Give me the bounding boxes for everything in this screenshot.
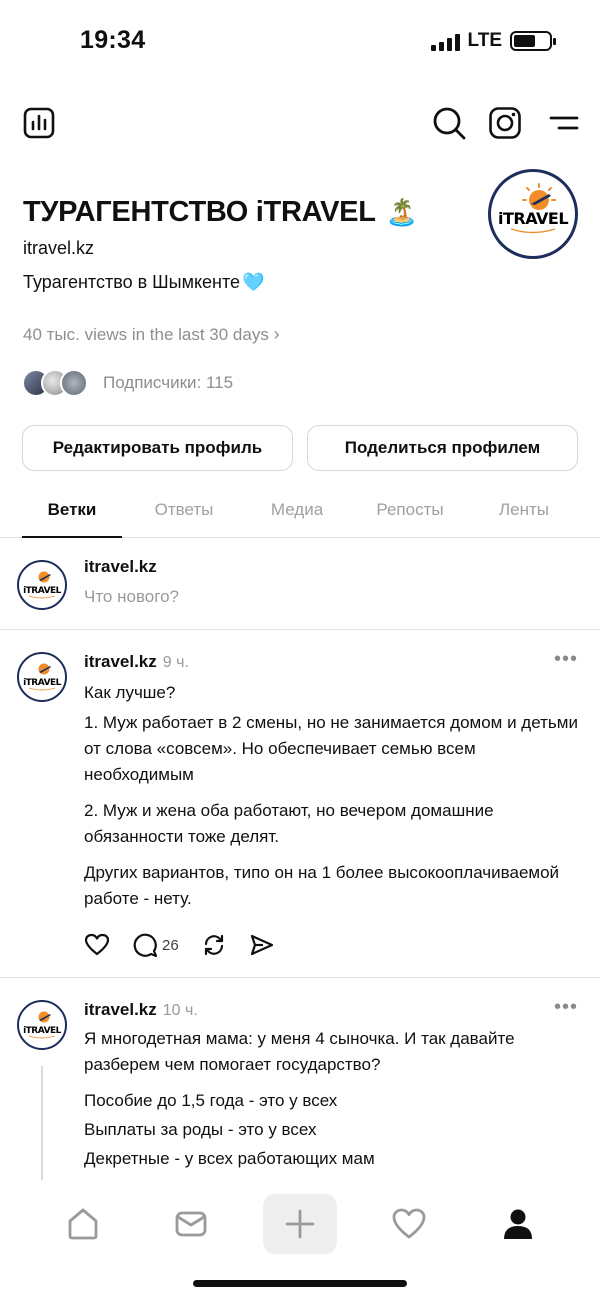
island-emoji: 🏝️ [385, 197, 418, 227]
post-avatar[interactable]: iTRAVEL [17, 1000, 67, 1050]
heart-emoji: 🩵 [242, 272, 265, 292]
thread-post: iTRAVEL itravel.kz 9 ч. ••• Как лучше? 1.… [0, 649, 600, 972]
menu-icon[interactable] [545, 104, 583, 142]
tab-threads[interactable]: Ветки [22, 500, 122, 520]
logo-wordmark: iTRAVEL [498, 209, 568, 228]
itravel-logo-icon: iTRAVEL [23, 1011, 62, 1039]
followers-link[interactable]: Подписчики: 115 [22, 369, 233, 397]
status-bar: 19:34 LTE [0, 0, 600, 80]
more-options-icon[interactable]: ••• [554, 997, 578, 1017]
status-icons: LTE [430, 30, 556, 52]
post-time: 10 ч. [162, 1002, 198, 1019]
share-profile-button[interactable]: Поделиться профилем [307, 425, 578, 471]
profile-name: ТУРАГЕНТСТВО iTRAVEL 🏝️ [23, 196, 418, 229]
plus-icon [285, 1209, 315, 1239]
logo-wordmark: iTRAVEL [23, 678, 62, 688]
share-button[interactable] [249, 933, 275, 957]
home-indicator [193, 1280, 407, 1287]
instagram-icon[interactable] [486, 104, 524, 142]
status-time: 19:34 [80, 26, 146, 54]
followers-count: Подписчики: 115 [103, 373, 234, 392]
post-body: Как лучше? 1. Муж работает в 2 смены, но… [84, 680, 584, 922]
composer-avatar: iTRAVEL [17, 560, 67, 610]
post-username-text: itravel.kz [84, 1000, 157, 1019]
tab-replies[interactable]: Ответы [134, 500, 234, 520]
post-body: Я многодетная мама: у меня 4 сыночка. И … [84, 1026, 584, 1176]
new-thread-button[interactable] [263, 1194, 337, 1254]
views-text: 40 тыс. views in the last 30 days [23, 325, 269, 344]
post-paragraph: Пособие до 1,5 года - это у всех [84, 1091, 338, 1110]
network-label: LTE [467, 30, 502, 51]
thread-composer[interactable]: iTRAVEL itravel.kz Что нового? [0, 538, 600, 630]
tab-media[interactable]: Медиа [247, 500, 347, 520]
profile-tabs: Ветки Ответы Медиа Репосты Ленты [0, 490, 600, 538]
signal-icon [430, 31, 460, 51]
profile-bio: Турагентство в Шымкенте 🩵 [23, 272, 264, 293]
home-icon[interactable] [53, 1194, 113, 1254]
heart-icon[interactable] [379, 1194, 439, 1254]
logo-wordmark: iTRAVEL [23, 1026, 62, 1036]
post-paragraph: Как лучше? [84, 683, 176, 702]
comment-button[interactable]: 26 [132, 932, 179, 958]
search-icon[interactable] [430, 104, 468, 142]
follower-avatar [60, 369, 88, 397]
repost-icon [204, 934, 223, 956]
profile-name-text: ТУРАГЕНТСТВО iTRAVEL [23, 196, 376, 228]
composer-placeholder[interactable]: Что нового? [84, 587, 179, 607]
composer-username: itravel.kz [84, 557, 157, 576]
itravel-logo-icon: iTRAVEL [23, 571, 62, 599]
profile-avatar[interactable]: iTRAVEL [488, 169, 578, 259]
insights-icon[interactable] [20, 104, 58, 142]
itravel-logo-icon: iTRAVEL [498, 183, 569, 234]
post-paragraph: 1. Муж работает в 2 смены, но не занимае… [84, 713, 578, 784]
post-username-text: itravel.kz [84, 652, 157, 671]
battery-icon [510, 31, 556, 51]
profile-bio-text: Турагентство в Шымкенте [23, 272, 241, 292]
logo-wordmark: iTRAVEL [23, 586, 62, 596]
post-avatar[interactable]: iTRAVEL [17, 652, 67, 702]
tab-feeds[interactable]: Ленты [474, 500, 574, 520]
post-username[interactable]: itravel.kz 9 ч. [84, 652, 189, 672]
comment-icon [133, 933, 158, 958]
itravel-logo-icon: iTRAVEL [23, 663, 62, 691]
views-link[interactable]: 40 тыс. views in the last 30 days › [23, 324, 280, 345]
post-paragraph: Я многодетная мама: у меня 4 сыночка. И … [84, 1029, 515, 1074]
post-username[interactable]: itravel.kz 10 ч. [84, 1000, 198, 1020]
more-options-icon[interactable]: ••• [554, 649, 578, 669]
heart-icon [84, 933, 110, 956]
post-paragraph: Выплаты за роды - это у всех [84, 1120, 317, 1139]
top-nav [0, 100, 600, 146]
edit-profile-button[interactable]: Редактировать профиль [22, 425, 293, 471]
comment-count: 26 [162, 936, 179, 954]
inbox-icon[interactable] [161, 1194, 221, 1254]
chevron-right-icon: › [273, 324, 280, 344]
post-divider [0, 977, 600, 978]
post-paragraph: 2. Муж и жена оба работают, но вечером д… [84, 801, 494, 846]
post-paragraph: Декретные - у всех работающих мам [84, 1149, 375, 1168]
thread-post: iTRAVEL itravel.kz 10 ч. ••• Я многодетна… [0, 997, 600, 1182]
like-button[interactable] [84, 933, 110, 957]
profile-handle[interactable]: itravel.kz [23, 238, 94, 259]
tab-reposts[interactable]: Репосты [360, 500, 460, 520]
repost-button[interactable] [201, 932, 227, 958]
post-actions: 26 [84, 932, 297, 958]
post-paragraph: Других вариантов, типо он на 1 более выс… [84, 863, 560, 908]
send-icon [250, 934, 273, 956]
post-time: 9 ч. [162, 654, 189, 671]
thread-connector-line [41, 1066, 43, 1182]
profile-icon[interactable] [488, 1194, 548, 1254]
